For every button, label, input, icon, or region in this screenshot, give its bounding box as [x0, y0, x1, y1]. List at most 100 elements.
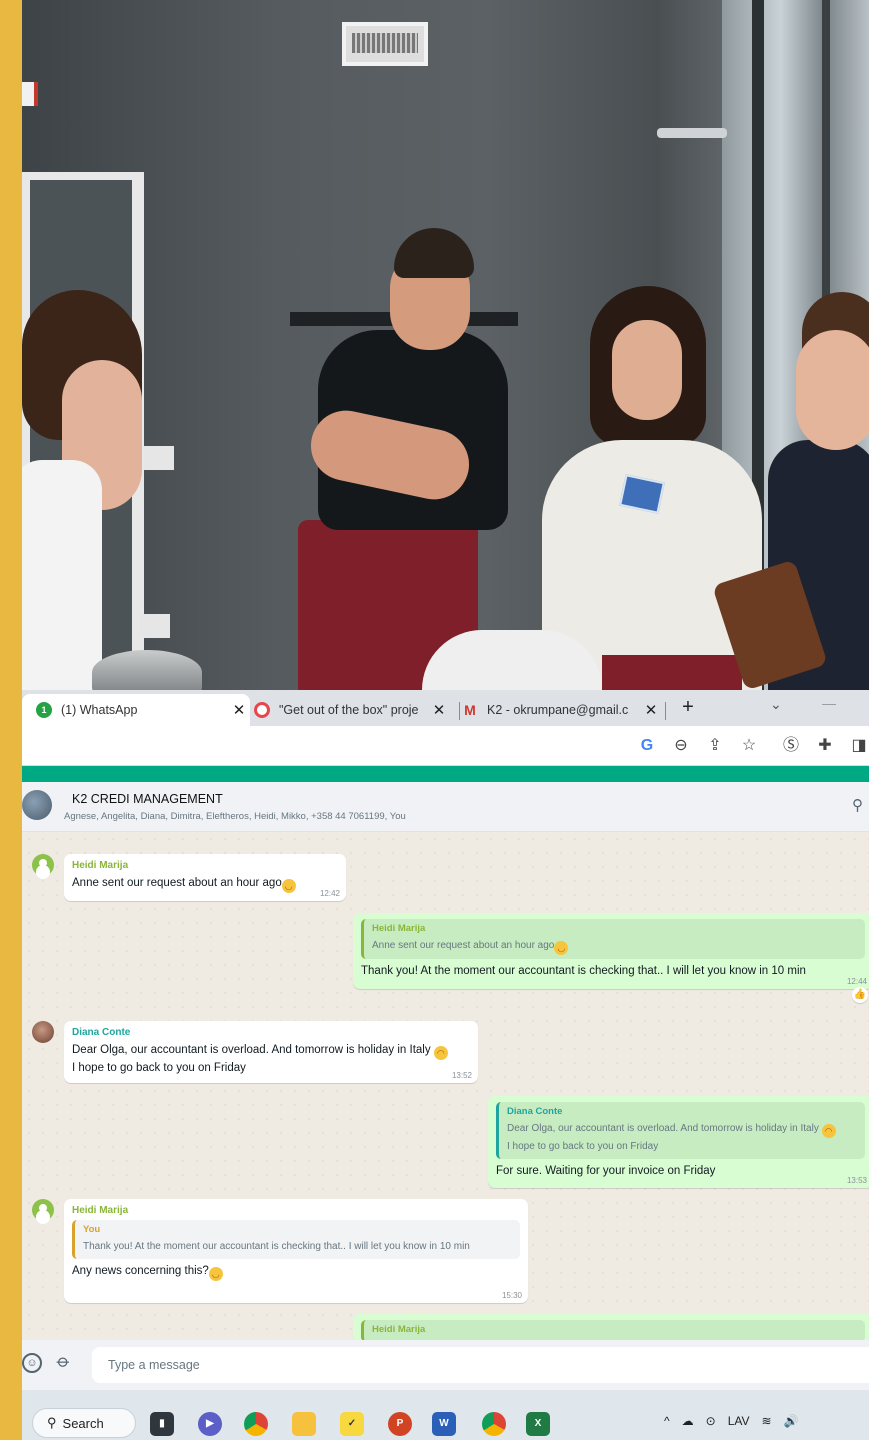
message-text: Anne sent our request about an hour ago	[72, 877, 282, 889]
photo-air-vent-grill	[352, 33, 418, 53]
paperclip-icon[interactable]: ⌀	[52, 1350, 75, 1373]
photo-person-chef-jacket	[22, 460, 102, 690]
search-icon: ⚲	[47, 1415, 57, 1430]
quoted-sender: Heidi Marija	[372, 923, 426, 934]
photo-wall-switch	[144, 446, 174, 470]
tab-separator	[665, 702, 666, 720]
quoted-message[interactable]: Heidi Marija Anne sent our request about…	[361, 919, 865, 959]
quoted-text: Thank you! At the moment our accountant …	[83, 1241, 470, 1252]
language-indicator[interactable]: LAV	[728, 1414, 750, 1428]
quoted-text: Dear Olga, our accountant is overload. A…	[507, 1123, 819, 1134]
message-text: For sure. Waiting for your invoice on Fr…	[496, 1165, 716, 1177]
whatsapp-icon: 1	[36, 702, 52, 718]
google-lens-icon[interactable]: G	[636, 735, 658, 757]
message-input[interactable]	[92, 1347, 869, 1383]
tab-whatsapp[interactable]: 1 (1) WhatsApp ✕	[22, 694, 250, 726]
quoted-text: I hope to go back to you on Friday	[507, 1141, 659, 1152]
new-tab-button[interactable]: +	[676, 695, 700, 719]
tab-label: (1) WhatsApp	[61, 703, 138, 717]
volume-icon[interactable]: 🔊	[784, 1414, 799, 1428]
wifi-icon[interactable]: ≋	[762, 1414, 772, 1428]
excel-icon[interactable]: X	[526, 1412, 550, 1436]
bookmark-star-icon[interactable]: ☆	[738, 735, 760, 757]
message-text: Thank you! At the moment our accountant …	[361, 965, 806, 977]
share-icon[interactable]: ⇪	[704, 735, 726, 757]
side-panel-icon[interactable]: ◨	[848, 735, 869, 757]
close-tab-icon[interactable]: ✕	[640, 701, 662, 719]
whatsapp-accent-bar	[22, 766, 869, 782]
photo-wall-switch	[140, 614, 170, 638]
browser-toolbar: G ⊖ ⇪ ☆ Ⓢ ✚ ◨	[22, 726, 869, 766]
quoted-sender: You	[83, 1224, 101, 1235]
todo-icon[interactable]: ✓	[340, 1412, 364, 1436]
smile-emoji-icon: ◡	[281, 879, 296, 893]
message-bubble-incoming[interactable]: Diana Conte Dear Olga, our accountant is…	[64, 1021, 478, 1083]
smile-emoji-icon: ◡	[208, 1267, 223, 1281]
vpn-icon[interactable]: ⊙	[706, 1414, 716, 1428]
quoted-message[interactable]: You Thank you! At the moment our account…	[72, 1220, 520, 1259]
onedrive-icon[interactable]: ☁	[682, 1414, 694, 1428]
taskbar-search-button[interactable]: ⚲ Search	[32, 1408, 136, 1438]
message-bubble-outgoing[interactable]: Heidi Marija	[353, 1314, 869, 1340]
quoted-message[interactable]: Heidi Marija	[361, 1320, 865, 1340]
photo-exit-sign	[22, 82, 38, 106]
message-bubble-outgoing[interactable]: Diana Conte Dear Olga, our accountant is…	[488, 1096, 869, 1188]
word-icon[interactable]: W	[432, 1412, 456, 1436]
minimize-icon[interactable]: —	[822, 695, 836, 711]
search-icon[interactable]: ⚲	[852, 796, 863, 814]
system-tray: ^ ☁ ⊙ LAV ≋ 🔊	[664, 1414, 799, 1428]
see-no-evil-monkey-emoji-icon: ◠	[821, 1124, 836, 1138]
zoom-icon[interactable]: ⊖	[670, 735, 692, 757]
chrome-icon[interactable]	[482, 1412, 506, 1436]
close-tab-icon[interactable]: ✕	[428, 701, 450, 719]
photo-person-face	[612, 320, 682, 420]
tab-label: "Get out of the box" proje	[279, 703, 419, 717]
tab-project[interactable]: "Get out of the box" proje ✕	[254, 694, 450, 726]
message-bubble-outgoing[interactable]: Heidi Marija Anne sent our request about…	[353, 913, 869, 989]
photo-person-hair	[394, 228, 474, 278]
close-tab-icon[interactable]: ✕	[228, 701, 250, 719]
photo-chair	[422, 630, 602, 690]
group-name[interactable]: K2 CREDI MANAGEMENT	[72, 792, 223, 806]
tab-separator	[459, 702, 460, 720]
windows-taskbar: ⚲ Search ▮ ▶ ✓ P W X ^ ☁ ⊙ LAV ≋ 🔊	[22, 1390, 869, 1440]
background-photo	[22, 0, 869, 690]
message-bubble-incoming[interactable]: Heidi Marija You Thank you! At the momen…	[64, 1199, 528, 1303]
avatar[interactable]	[32, 854, 54, 876]
quoted-message[interactable]: Diana Conte Dear Olga, our accountant is…	[496, 1102, 865, 1159]
message-sender: Diana Conte	[72, 1027, 131, 1038]
message-sender: Heidi Marija	[72, 860, 129, 871]
task-view-icon[interactable]: ▮	[150, 1412, 174, 1436]
chevron-up-icon[interactable]: ^	[664, 1414, 670, 1428]
see-no-evil-monkey-emoji-icon: ◠	[433, 1046, 448, 1060]
emoji-icon[interactable]: ☺	[22, 1353, 42, 1373]
teams-icon[interactable]: ▶	[198, 1412, 222, 1436]
tab-label: K2 - okrumpane@gmail.c	[487, 703, 629, 717]
message-text: I hope to go back to you on Friday	[72, 1062, 246, 1074]
photo-person-face	[796, 330, 869, 450]
message-time: 12:42	[319, 889, 340, 898]
tab-gmail[interactable]: M K2 - okrumpane@gmail.c ✕	[462, 694, 662, 726]
browser-tab-bar: 1 (1) WhatsApp ✕ "Get out of the box" pr…	[22, 690, 869, 726]
chat-header[interactable]: K2 CREDI MANAGEMENT Agnese, Angelita, Di…	[22, 782, 869, 832]
left-border-stripe	[0, 0, 22, 1440]
avatar[interactable]	[32, 1199, 54, 1221]
message-time: 12:44	[846, 977, 867, 986]
photo-door-handle	[657, 128, 727, 138]
group-avatar[interactable]	[22, 790, 52, 820]
avatar[interactable]	[32, 1021, 54, 1043]
quoted-sender: Diana Conte	[507, 1106, 563, 1117]
message-bubble-incoming[interactable]: Heidi Marija Anne sent our request about…	[64, 854, 346, 901]
powerpoint-icon[interactable]: P	[388, 1412, 412, 1436]
message-time: 15:30	[501, 1291, 522, 1300]
extensions-puzzle-icon[interactable]: ✚	[814, 735, 836, 757]
quoted-text: Anne sent our request about an hour ago	[372, 940, 555, 951]
tab-search-chevron-icon[interactable]: ⌄	[770, 696, 782, 713]
message-time: 13:52	[451, 1071, 472, 1080]
file-explorer-icon[interactable]	[292, 1412, 316, 1436]
chrome-icon[interactable]	[244, 1412, 268, 1436]
message-sender: Heidi Marija	[72, 1205, 129, 1216]
skype-extension-icon[interactable]: Ⓢ	[780, 735, 802, 757]
thumbs-up-reaction-icon[interactable]: 👍	[852, 987, 868, 1003]
chat-messages-pane[interactable]: Heidi Marija Anne sent our request about…	[22, 832, 869, 1340]
